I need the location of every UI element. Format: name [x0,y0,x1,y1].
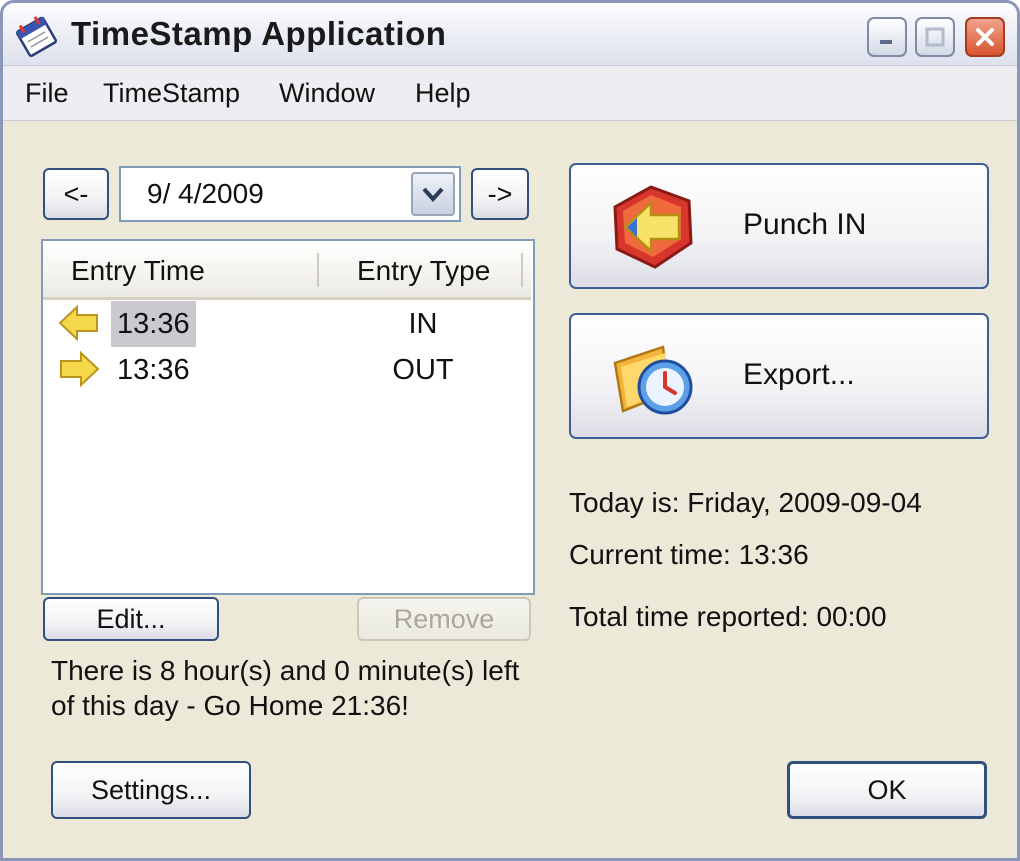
current-time-text: Current time: 13:36 [569,539,809,570]
menu-bar: File TimeStamp Window Help [3,66,1017,121]
maximize-icon [925,27,945,47]
minimize-icon [880,40,892,44]
export-clock-icon [613,345,693,415]
total-time-text: Total time reported: 00:00 [569,601,887,632]
close-icon [976,28,994,46]
punch-in-label: Punch IN [743,208,867,241]
remove-button[interactable]: Remove [357,597,531,641]
chevron-down-icon [422,187,444,202]
entry-type: OUT [392,354,454,386]
edit-button[interactable]: Edit... [43,597,219,641]
next-day-button[interactable]: -> [471,168,529,220]
column-divider[interactable] [317,253,319,287]
today-date-text: Today is: Friday, 2009-09-04 [569,487,922,518]
entries-list[interactable]: Entry Time Entry Type 13:36 IN 13:36 OUT [41,239,535,595]
list-header: Entry Time Entry Type [43,241,531,300]
close-button[interactable] [965,17,1005,57]
entry-type: IN [408,308,438,340]
arrow-right-icon [60,350,100,388]
remaining-time-line: There is 8 hour(s) and 0 minute(s) left [51,655,520,686]
column-entry-time[interactable]: Entry Time [71,255,205,287]
ok-button[interactable]: OK [787,761,987,819]
go-home-line: of this day - Go Home 21:36! [51,690,409,721]
remaining-time-text: There is 8 hour(s) and 0 minute(s) left … [51,653,551,723]
menu-help[interactable]: Help [415,78,471,109]
date-value: 9/ 4/2009 [147,178,264,209]
app-window: TimeStamp Application File TimeStamp Win… [0,0,1020,861]
calendar-app-icon [15,16,57,57]
date-dropdown-button[interactable] [411,172,455,216]
title-bar[interactable]: TimeStamp Application [3,3,1017,66]
punch-icon [613,185,693,269]
column-entry-type[interactable]: Entry Type [357,255,490,287]
arrow-left-icon [58,304,98,342]
previous-day-button[interactable]: <- [43,168,109,220]
maximize-button[interactable] [915,17,955,57]
entry-time: 13:36 [111,301,196,347]
table-row[interactable]: 13:36 OUT [43,347,531,393]
date-picker[interactable]: 9/ 4/2009 [119,166,461,222]
punch-in-button[interactable]: Punch IN [569,163,989,289]
menu-window[interactable]: Window [279,78,375,109]
menu-file[interactable]: File [25,78,69,109]
menu-timestamp[interactable]: TimeStamp [103,78,240,109]
settings-button[interactable]: Settings... [51,761,251,819]
table-row[interactable]: 13:36 IN [43,301,531,347]
minimize-button[interactable] [867,17,907,57]
export-label: Export... [743,358,855,391]
window-title: TimeStamp Application [71,15,447,52]
export-button[interactable]: Export... [569,313,989,439]
entry-time: 13:36 [117,354,190,386]
column-divider[interactable] [521,253,523,287]
